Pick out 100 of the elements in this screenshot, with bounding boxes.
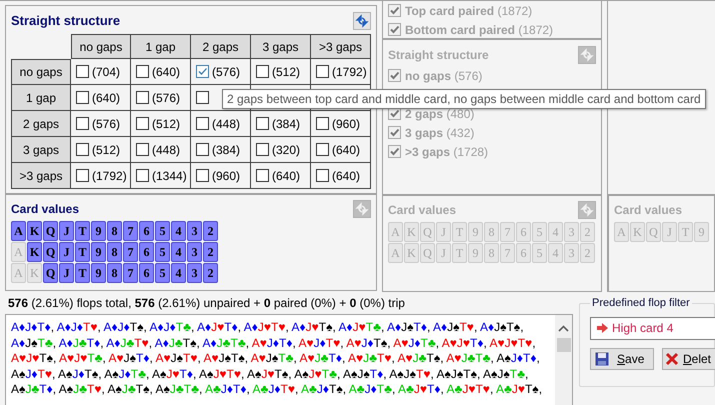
- section-title: Straight structure: [11, 12, 120, 30]
- card-toggle[interactable]: A: [11, 221, 26, 241]
- checkbox[interactable]: [316, 169, 329, 182]
- checkbox[interactable]: [256, 117, 269, 130]
- column-header: 1 gap: [131, 34, 191, 59]
- card-toggle[interactable]: 4: [171, 263, 186, 283]
- checkbox[interactable]: [76, 91, 89, 104]
- card-toggle[interactable]: 6: [139, 263, 154, 283]
- card-toggle[interactable]: J: [59, 242, 74, 262]
- checkbox[interactable]: [76, 117, 89, 130]
- card-toggle[interactable]: 4: [171, 221, 186, 241]
- checkbox[interactable]: [256, 143, 269, 156]
- count-label: (960): [332, 116, 360, 132]
- flop-text: A♥J♠T♦,: [108, 351, 153, 365]
- checkbox[interactable]: [76, 143, 89, 156]
- flop-text: A♠J♠T♥,: [389, 366, 434, 380]
- flop-text: A♥J♦T♣,: [393, 336, 440, 350]
- checkbox[interactable]: [316, 117, 329, 130]
- delete-button[interactable]: Delet: [662, 348, 715, 370]
- checkbox[interactable]: [196, 65, 209, 78]
- card-toggle[interactable]: 9: [91, 221, 106, 241]
- checkbox[interactable]: [196, 117, 209, 130]
- card-toggle[interactable]: 8: [107, 263, 122, 283]
- flop-text: A♦J♥T♠,: [291, 320, 336, 334]
- card-toggle[interactable]: J: [59, 263, 74, 283]
- section-title: Card values: [11, 201, 80, 218]
- card-toggle[interactable]: 7: [123, 242, 138, 262]
- card-toggle[interactable]: 2: [203, 263, 218, 283]
- checkbox[interactable]: [136, 117, 149, 130]
- flop-text: A♥J♣T♥,: [348, 351, 395, 365]
- checkbox[interactable]: [136, 143, 149, 156]
- checkbox[interactable]: [196, 143, 209, 156]
- checkbox[interactable]: [256, 65, 269, 78]
- count-label: (960): [212, 168, 240, 184]
- card-toggle[interactable]: 2: [203, 242, 218, 262]
- card-toggle[interactable]: 7: [123, 221, 138, 241]
- checkbox[interactable]: [256, 169, 269, 182]
- card-toggle[interactable]: Q: [43, 221, 58, 241]
- flop-text: A♣J♦T♥,: [252, 382, 298, 396]
- flop-text: A♠J♦T♦,: [496, 351, 540, 365]
- checkbox[interactable]: [76, 169, 89, 182]
- scroll-up-icon[interactable]: [558, 325, 569, 332]
- card-toggle[interactable]: Q: [43, 263, 58, 283]
- card-toggle[interactable]: T: [75, 263, 90, 283]
- row-header: 2 gaps: [11, 111, 71, 137]
- card-toggle[interactable]: 7: [123, 263, 138, 283]
- group-title: Predefined flop filter: [591, 296, 691, 311]
- checkbox[interactable]: [196, 91, 209, 104]
- filter-dropdown[interactable]: High card 4: [590, 316, 715, 340]
- count-label: (320): [272, 142, 300, 158]
- checkbox[interactable]: [136, 169, 149, 182]
- card-toggle[interactable]: 3: [187, 221, 202, 241]
- card-toggle[interactable]: J: [59, 221, 74, 241]
- card-toggle[interactable]: K: [27, 221, 42, 241]
- save-button[interactable]: Save: [590, 348, 654, 370]
- scrollbar[interactable]: [555, 315, 572, 405]
- card-toggle[interactable]: 6: [139, 242, 154, 262]
- checkbox[interactable]: [316, 143, 329, 156]
- checkbox[interactable]: [136, 91, 149, 104]
- card-toggle[interactable]: 8: [107, 221, 122, 241]
- scroll-thumb[interactable]: [556, 338, 570, 352]
- count-label: (512): [92, 142, 120, 158]
- column-header: >3 gaps: [311, 34, 371, 59]
- card-toggle[interactable]: 4: [171, 242, 186, 262]
- checkbox[interactable]: [196, 169, 209, 182]
- flop-text: A♣J♦T♣,: [348, 382, 396, 396]
- row-header: 3 gaps: [11, 137, 71, 163]
- count-label: (448): [152, 142, 180, 158]
- card-toggle[interactable]: 5: [155, 221, 170, 241]
- checkbox[interactable]: [316, 65, 329, 78]
- swap-button[interactable]: [353, 12, 371, 30]
- count-label: (1792): [332, 64, 367, 80]
- row-header: 1 gap: [11, 85, 71, 111]
- flop-text: A♥J♦T♦,: [252, 336, 296, 350]
- flop-text: A♦J♠T♠,: [480, 320, 524, 334]
- card-toggle[interactable]: T: [75, 242, 90, 262]
- count-label: (640): [92, 90, 120, 106]
- flop-text: A♣J♦T♠,: [300, 382, 346, 396]
- column-header: 2 gaps: [191, 34, 251, 59]
- checkbox-label: Bottom card paired (1872): [405, 22, 554, 38]
- flop-text: A♥J♠T♠,: [203, 351, 248, 365]
- checkbox[interactable]: [136, 65, 149, 78]
- card-toggle[interactable]: 9: [91, 263, 106, 283]
- card-toggle[interactable]: 5: [155, 242, 170, 262]
- card-toggle[interactable]: T: [75, 221, 90, 241]
- count-label: (1792): [92, 168, 127, 184]
- card-toggle[interactable]: K: [27, 242, 42, 262]
- checkbox[interactable]: [76, 65, 89, 78]
- card-toggle[interactable]: 3: [187, 242, 202, 262]
- column-header: no gaps: [71, 34, 131, 59]
- count-label: (640): [272, 168, 300, 184]
- card-toggle[interactable]: 9: [91, 242, 106, 262]
- card-toggle[interactable]: 5: [155, 263, 170, 283]
- card-toggle[interactable]: 6: [139, 221, 154, 241]
- card-toggle[interactable]: Q: [43, 242, 58, 262]
- card-toggle[interactable]: 8: [107, 242, 122, 262]
- count-label: (512): [272, 64, 300, 80]
- flop-text: A♥J♦T♥,: [298, 336, 344, 350]
- card-toggle[interactable]: 3: [187, 263, 202, 283]
- card-toggle[interactable]: 2: [203, 221, 218, 241]
